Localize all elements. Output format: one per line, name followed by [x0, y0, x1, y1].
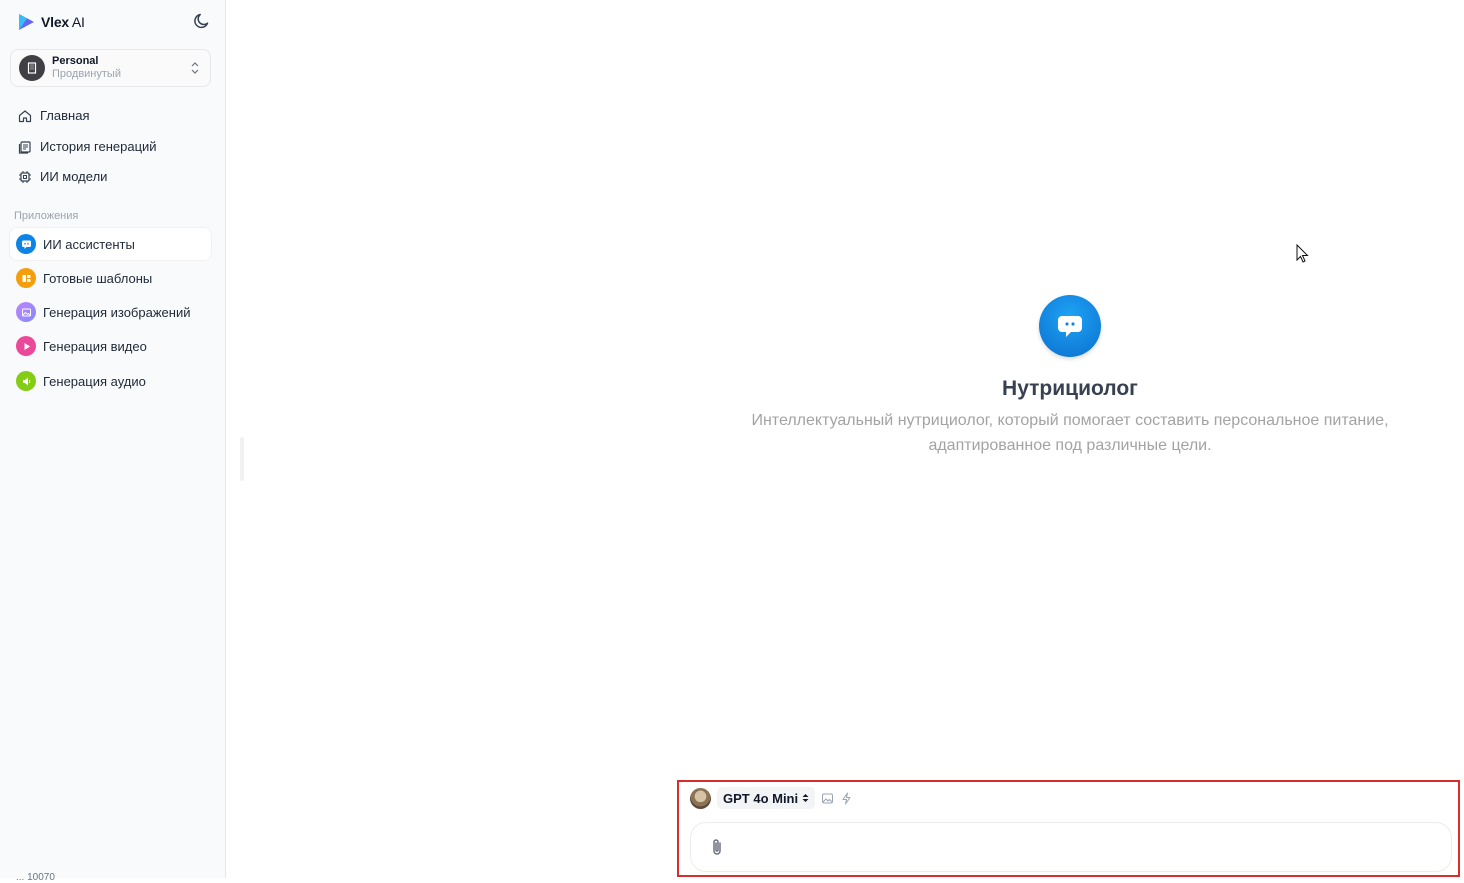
workspace-plan: Продвинутый — [52, 68, 121, 80]
image-support-icon — [822, 793, 834, 803]
lightning-icon — [842, 792, 851, 804]
logo-mark-icon — [19, 14, 34, 30]
workspace-name: Personal — [52, 55, 99, 67]
chat-bubble-icon — [16, 234, 36, 254]
app-item-label: Генерация видео — [43, 338, 147, 354]
workspace-switcher[interactable]: Personal Продвинутый — [10, 49, 211, 87]
chip-icon — [19, 170, 31, 183]
nav-item-ai-models[interactable]: ИИ модели — [18, 169, 107, 184]
home-icon — [18, 109, 32, 122]
history-icon — [18, 140, 31, 154]
nav-item-history[interactable]: История генераций — [18, 139, 157, 154]
app-item-label: Генерация аудио — [43, 373, 146, 389]
assistant-intro: Нутрициолог Интеллектуальный нутрициолог… — [678, 295, 1462, 458]
sort-chevron-icon — [802, 794, 809, 802]
building-icon — [27, 62, 37, 74]
model-selector[interactable]: GPT 4o Mini — [717, 787, 816, 809]
app-item-label: Готовые шаблоны — [43, 270, 153, 286]
paperclip-icon[interactable] — [709, 837, 725, 857]
nav-item-label: ИИ модели — [40, 169, 108, 184]
app-logo[interactable]: Vlex AI — [18, 13, 85, 31]
nav-item-label: Главная — [40, 108, 90, 123]
app-item-image-generation[interactable]: Генерация изображений — [10, 296, 211, 328]
message-input[interactable] — [735, 832, 1451, 862]
app-item-video-generation[interactable]: Генерация видео — [10, 330, 211, 362]
assistant-chat-icon — [1039, 295, 1101, 357]
app-item-label: ИИ ассистенты — [43, 236, 135, 252]
sidebar-resize-handle[interactable] — [240, 437, 244, 481]
audio-icon — [16, 371, 36, 391]
assistant-title: Нутрициолог — [1002, 377, 1138, 400]
mouse-pointer-icon — [1296, 244, 1309, 263]
app-item-label: Генерация изображений — [43, 304, 191, 320]
app-name: Vlex AI — [41, 14, 85, 30]
assistant-description: Интеллектуальный нутрициолог, который по… — [751, 412, 1389, 454]
image-icon — [16, 302, 36, 322]
nav-item-home[interactable]: Главная — [18, 108, 89, 123]
model-name: GPT 4o Mini — [723, 790, 799, 806]
workspace-avatar — [19, 55, 45, 81]
template-icon — [16, 268, 36, 288]
nav-item-label: История генераций — [40, 139, 157, 154]
sidebar: Vlex AI Personal Продвинутый Главная Ист… — [0, 0, 226, 883]
app-item-ai-assistants[interactable]: ИИ ассистенты — [10, 228, 211, 260]
apps-section-label: Приложения — [14, 210, 79, 222]
dark-mode-toggle-icon[interactable] — [193, 12, 211, 30]
play-icon — [16, 336, 36, 356]
model-avatar — [690, 787, 711, 809]
chevron-up-down-icon — [191, 62, 199, 74]
message-input-box — [690, 822, 1452, 872]
app-item-templates[interactable]: Готовые шаблоны — [10, 262, 211, 294]
model-toolbar: GPT 4o Mini — [690, 787, 853, 809]
app-item-audio-generation[interactable]: Генерация аудио — [10, 365, 211, 397]
